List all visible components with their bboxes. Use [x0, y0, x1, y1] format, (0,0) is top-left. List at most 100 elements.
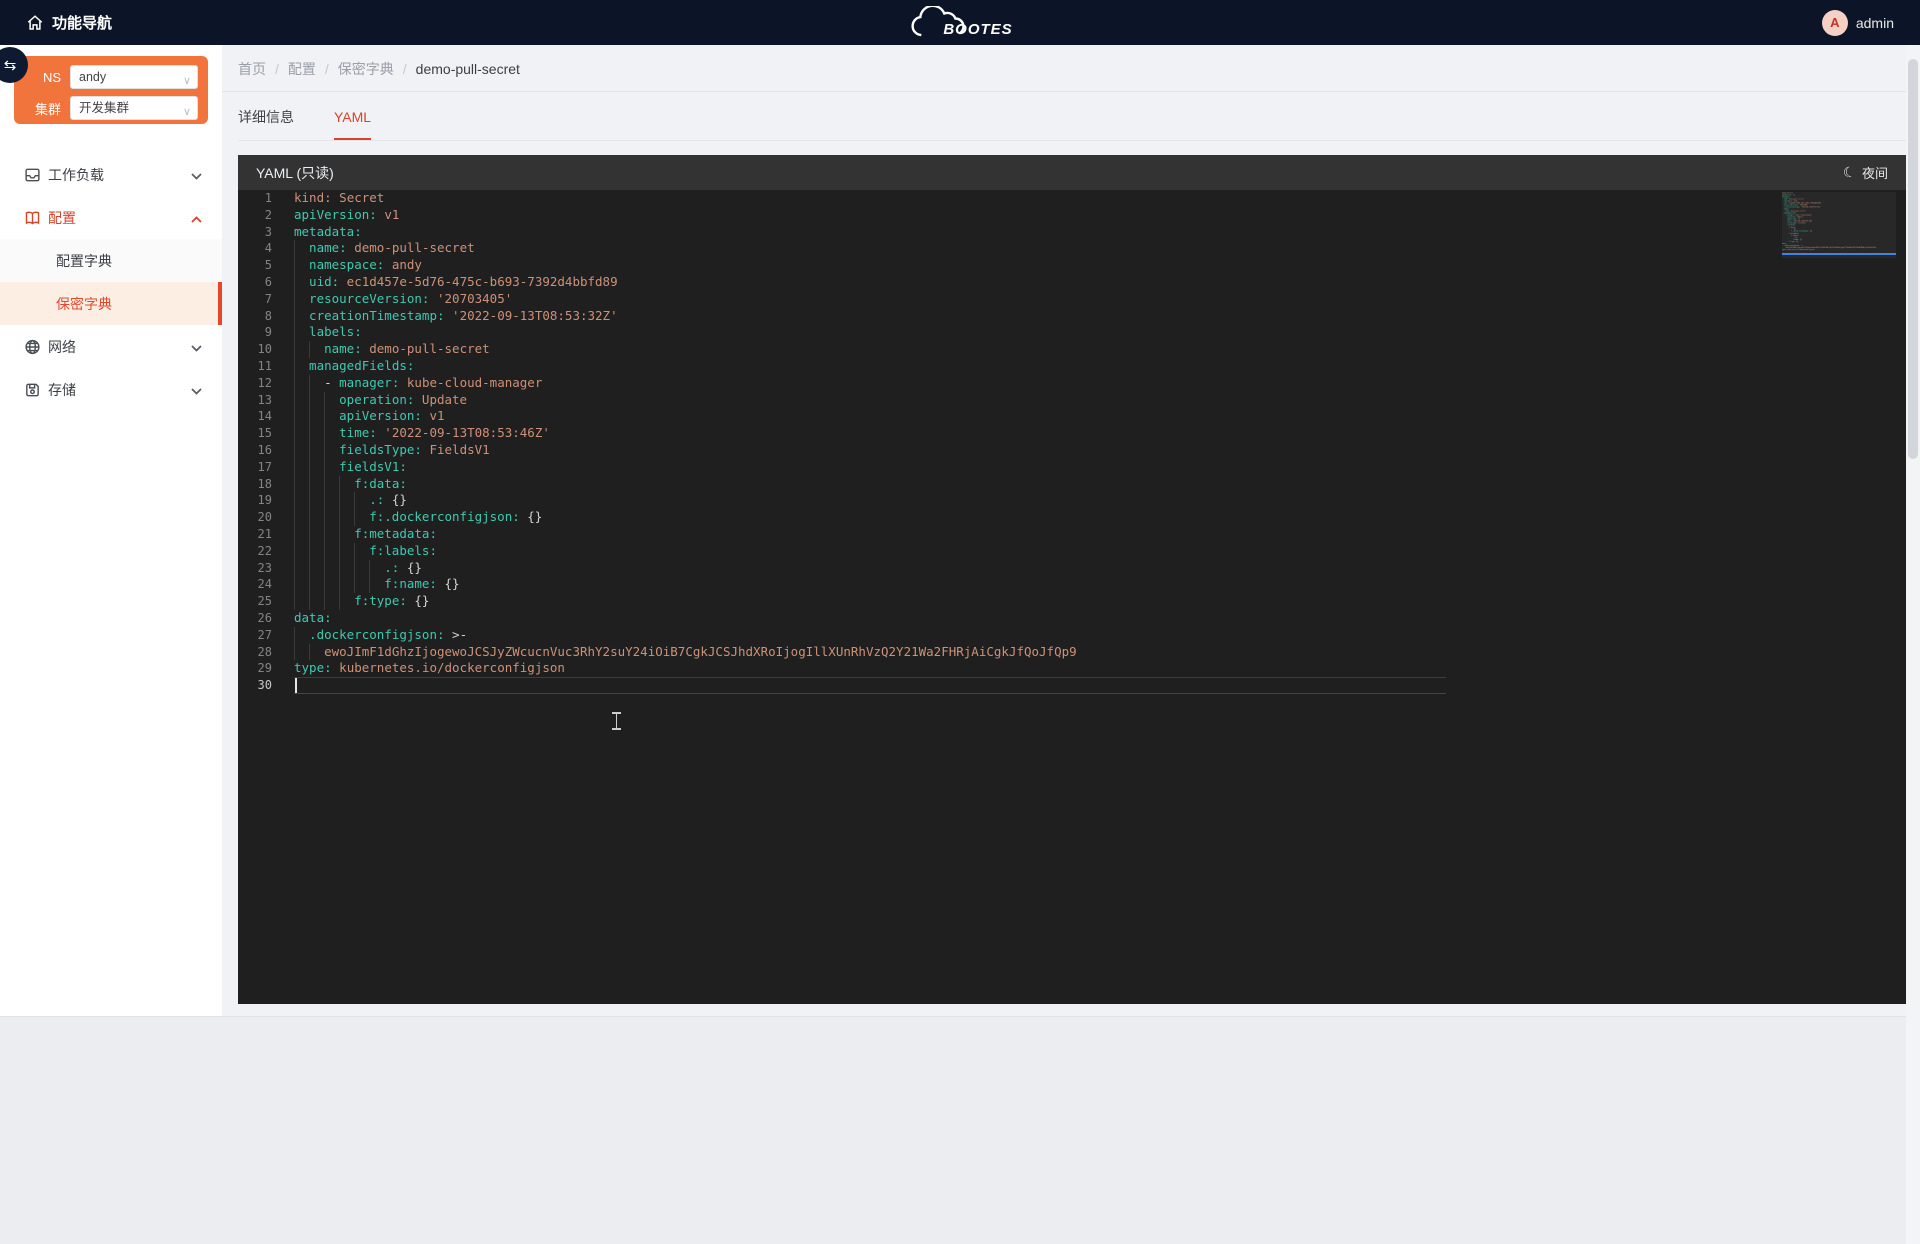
code-line: time: '2022-09-13T08:53:46Z': [294, 425, 1077, 442]
chevron-down-icon: ∨: [183, 101, 191, 123]
editor-header: YAML (只读) ☾ 夜间: [238, 155, 1906, 190]
chevron-down-icon: [191, 339, 202, 355]
indent-guide: [294, 392, 309, 409]
tab-YAML[interactable]: YAML: [334, 109, 371, 140]
indent-guide: [309, 509, 324, 526]
indent-guide: [309, 408, 324, 425]
yaml-editor: YAML (只读) ☾ 夜间 1234567891011121314151617…: [238, 155, 1906, 1004]
indent-guide: [324, 543, 339, 560]
line-number: 21: [238, 526, 272, 543]
page-scrollbar[interactable]: [1906, 45, 1920, 1244]
function-nav-button[interactable]: 功能导航: [0, 12, 112, 33]
indent-guide: [294, 341, 309, 358]
config-icon: [24, 209, 41, 226]
indent-guide: [324, 442, 339, 459]
sidebar-subitem[interactable]: 保密字典: [0, 282, 222, 325]
namespace-cluster-panel: NS andy ∨ 集群 开发集群 ∨: [14, 56, 208, 124]
line-number: 25: [238, 593, 272, 610]
minimap[interactable]: kind: SecretapiVersion: v1metadata: name…: [1782, 192, 1896, 258]
indent-guide: [324, 476, 339, 493]
indent-guide: [339, 560, 354, 577]
line-number: 30: [238, 677, 272, 694]
user-menu[interactable]: A admin: [1822, 0, 1894, 45]
indent-guide: [294, 240, 309, 257]
indent-guide: [324, 425, 339, 442]
line-number: 8: [238, 308, 272, 325]
breadcrumb-item[interactable]: 配置: [288, 59, 316, 79]
line-number: 20: [238, 509, 272, 526]
indent-guide: [294, 476, 309, 493]
indent-guide: [324, 576, 339, 593]
indent-guide: [294, 291, 309, 308]
code-line: kind: Secret: [294, 190, 1077, 207]
indent-guide: [324, 492, 339, 509]
cluster-select[interactable]: 开发集群 ∨: [70, 96, 198, 120]
sidebar-item-2[interactable]: 网络: [0, 325, 222, 368]
code-line: creationTimestamp: '2022-09-13T08:53:32Z…: [294, 308, 1077, 325]
line-number: 28: [238, 644, 272, 661]
indent-guide: [339, 593, 354, 610]
code-line: [294, 677, 1077, 694]
indent-guide: [294, 593, 309, 610]
code-line: ewoJImF1dGhzIjogewoJCSJyZWcucnVuc3RhY2su…: [294, 644, 1077, 661]
indent-guide: [309, 375, 324, 392]
code-line: apiVersion: v1: [294, 207, 1077, 224]
sidebar-item-1[interactable]: 配置: [0, 196, 222, 239]
sidebar-item-3[interactable]: 存储: [0, 368, 222, 411]
scrollbar-thumb[interactable]: [1908, 59, 1918, 459]
tab-详细信息[interactable]: 详细信息: [238, 107, 294, 140]
code-content[interactable]: kind: SecretapiVersion: v1metadata: name…: [294, 190, 1077, 694]
chevron-down-icon: [191, 382, 202, 398]
indent-guide: [294, 560, 309, 577]
sidebar-subitem[interactable]: 配置字典: [0, 239, 222, 282]
line-number: 6: [238, 274, 272, 291]
indent-guide: [294, 442, 309, 459]
moon-icon: ☾: [1842, 163, 1858, 182]
line-number: 24: [238, 576, 272, 593]
line-number: 10: [238, 341, 272, 358]
namespace-select[interactable]: andy ∨: [70, 65, 198, 89]
code-line: resourceVersion: '20703405': [294, 291, 1077, 308]
indent-guide: [309, 576, 324, 593]
line-number: 16: [238, 442, 272, 459]
line-number: 14: [238, 408, 272, 425]
indent-guide: [309, 543, 324, 560]
indent-guide: [294, 492, 309, 509]
breadcrumb-item[interactable]: 首页: [238, 59, 266, 79]
code-line: - manager: kube-cloud-manager: [294, 375, 1077, 392]
indent-guide: [309, 459, 324, 476]
indent-guide: [294, 526, 309, 543]
indent-guide: [324, 408, 339, 425]
logo-text: BOOTES: [943, 21, 1012, 38]
indent-guide: [369, 576, 384, 593]
indent-guide: [294, 425, 309, 442]
indent-guide: [294, 324, 309, 341]
code-line: namespace: andy: [294, 257, 1077, 274]
code-line: f:metadata:: [294, 526, 1077, 543]
page-bottom-area: [0, 1016, 1920, 1244]
line-number: 12: [238, 375, 272, 392]
avatar: A: [1822, 10, 1848, 36]
bootes-logo: BOOTES: [907, 6, 1012, 40]
code-line: name: demo-pull-secret: [294, 240, 1077, 257]
code-line: data:: [294, 610, 1077, 627]
code-line: f:type: {}: [294, 593, 1077, 610]
sidebar-menu: 工作负载配置配置字典保密字典网络存储: [0, 153, 222, 411]
line-number: 3: [238, 224, 272, 241]
storage-icon: [24, 381, 41, 398]
code-line: f:.dockerconfigjson: {}: [294, 509, 1077, 526]
sidebar-subitem-label: 保密字典: [0, 294, 112, 314]
breadcrumb-item[interactable]: 保密字典: [338, 59, 394, 79]
sidebar-item-0[interactable]: 工作负载: [0, 153, 222, 196]
breadcrumb: 首页/配置/保密字典/demo-pull-secret: [238, 59, 520, 79]
night-label: 夜间: [1862, 163, 1888, 182]
indent-guide: [354, 509, 369, 526]
main-content: 首页/配置/保密字典/demo-pull-secret 详细信息 YAML YAM…: [222, 45, 1920, 1016]
minimap-cursor-line: [1782, 253, 1896, 255]
sidebar: NS andy ∨ 集群 开发集群 ∨ 工作负载配置配置字典保密字典网络存储: [0, 45, 222, 1016]
code-line: operation: Update: [294, 392, 1077, 409]
code-line: managedFields:: [294, 358, 1077, 375]
night-mode-toggle[interactable]: ☾ 夜间: [1843, 163, 1888, 182]
indent-guide: [294, 308, 309, 325]
chevron-down-icon: ∨: [183, 70, 191, 92]
